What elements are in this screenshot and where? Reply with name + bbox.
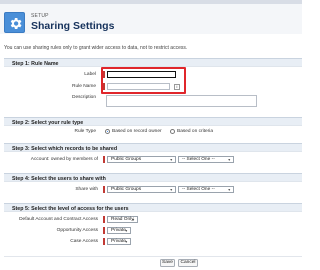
description-field-label: Description xyxy=(72,95,96,100)
share-with-member-value: -- Select One -- xyxy=(182,187,215,192)
chevron-down-icon: ▼ xyxy=(169,188,173,192)
chevron-down-icon: ▼ xyxy=(124,240,128,244)
divider xyxy=(4,256,302,257)
required-indicator xyxy=(103,186,105,193)
share-with-group-select[interactable]: Public Groups ▼ xyxy=(107,186,176,193)
required-indicator xyxy=(103,238,105,245)
gear-icon xyxy=(4,12,25,33)
owned-by-group-select[interactable]: Public Groups ▼ xyxy=(107,156,176,163)
rule-name-field-label: Rule Name xyxy=(72,84,96,89)
page-header: SETUP Sharing Settings xyxy=(0,4,302,34)
chevron-down-icon: ▼ xyxy=(124,229,128,233)
opportunity-access-label: Opportunity Access xyxy=(56,228,98,233)
share-with-group-value: Public Groups xyxy=(111,187,142,192)
section-step-2: Step 2: Select your rule type xyxy=(4,117,302,126)
required-indicator xyxy=(103,227,105,234)
opportunity-access-select[interactable]: Private ▼ xyxy=(107,227,131,234)
account-access-select[interactable]: Read Only ▼ xyxy=(107,216,138,223)
description-textarea[interactable] xyxy=(106,95,257,107)
owned-by-member-select[interactable]: -- Select One -- ▼ xyxy=(178,156,234,163)
share-with-label: Share with xyxy=(75,187,98,192)
owned-by-group-value: Public Groups xyxy=(111,157,142,162)
page-title: Sharing Settings xyxy=(31,20,115,32)
label-field-label: Label xyxy=(84,72,96,77)
chevron-down-icon: ▼ xyxy=(227,188,231,192)
owned-by-member-value: -- Select One -- xyxy=(182,157,215,162)
radio-criteria-label[interactable]: Based on criteria xyxy=(177,129,213,134)
intro-text: You can use sharing rules only to grant … xyxy=(4,45,188,51)
section-step-4: Step 4: Select the users to share with xyxy=(4,173,302,182)
section-step-1: Step 1: Rule Name xyxy=(4,58,302,67)
case-access-select[interactable]: Private ▼ xyxy=(107,238,131,245)
share-with-member-select[interactable]: -- Select One -- ▼ xyxy=(178,186,234,193)
account-access-value: Read Only xyxy=(111,217,134,222)
owned-by-label: Account: owned by members of xyxy=(30,157,98,162)
chevron-down-icon: ▼ xyxy=(169,158,173,162)
radio-owner-label[interactable]: Based on record owner xyxy=(112,129,162,134)
chevron-down-icon: ▼ xyxy=(227,158,231,162)
save-button[interactable]: Save xyxy=(160,259,175,267)
account-access-label: Default Account and Contract Access xyxy=(19,217,98,222)
section-step-5: Step 5: Select the level of access for t… xyxy=(4,203,302,212)
case-access-label: Case Access xyxy=(70,239,98,244)
required-indicator xyxy=(103,156,105,163)
radio-owner[interactable] xyxy=(105,129,110,134)
section-step-3: Step 3: Select which records to be share… xyxy=(4,143,302,152)
chevron-down-icon: ▼ xyxy=(131,218,135,222)
radio-criteria[interactable] xyxy=(170,129,175,134)
rule-type-label: Rule Type xyxy=(74,129,96,134)
cancel-button[interactable]: Cancel xyxy=(178,259,198,267)
highlight-box xyxy=(101,67,186,94)
setup-label: SETUP xyxy=(31,13,49,19)
required-indicator xyxy=(103,216,105,223)
